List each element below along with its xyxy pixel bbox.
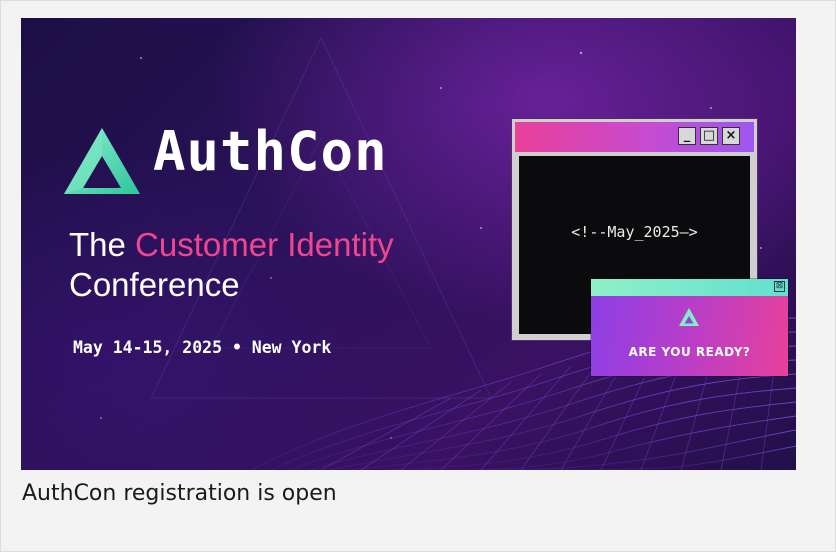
code-window-titlebar: _ □ ×	[515, 122, 754, 152]
popup-titlebar: ⊠	[591, 279, 788, 296]
tagline: The Customer Identity Conference	[69, 225, 394, 305]
tagline-line-1: The Customer Identity	[69, 225, 394, 265]
tagline-plain: The	[69, 226, 126, 263]
tagline-highlight: Customer Identity	[135, 226, 394, 263]
close-icon: ×	[722, 127, 740, 145]
link-card[interactable]: AuthCon The Customer Identity Conference…	[0, 0, 836, 552]
brand-name: AuthCon	[153, 120, 388, 183]
popup-window: ⊠ ARE YOU READY?	[591, 279, 788, 376]
maximize-icon: □	[700, 127, 718, 145]
card-caption[interactable]: AuthCon registration is open	[22, 481, 337, 506]
event-date-location: May 14-15, 2025 • New York	[73, 338, 332, 357]
code-text: <!--May_2025—>	[571, 223, 698, 241]
popup-close-icon: ⊠	[774, 281, 785, 292]
triangle-logo-icon	[679, 308, 699, 326]
tagline-line-2: Conference	[69, 266, 240, 303]
banner-image[interactable]: AuthCon The Customer Identity Conference…	[21, 18, 796, 470]
authcon-logo-icon	[64, 128, 140, 194]
popup-cta-text: ARE YOU READY?	[628, 345, 751, 359]
minimize-icon: _	[678, 127, 696, 145]
